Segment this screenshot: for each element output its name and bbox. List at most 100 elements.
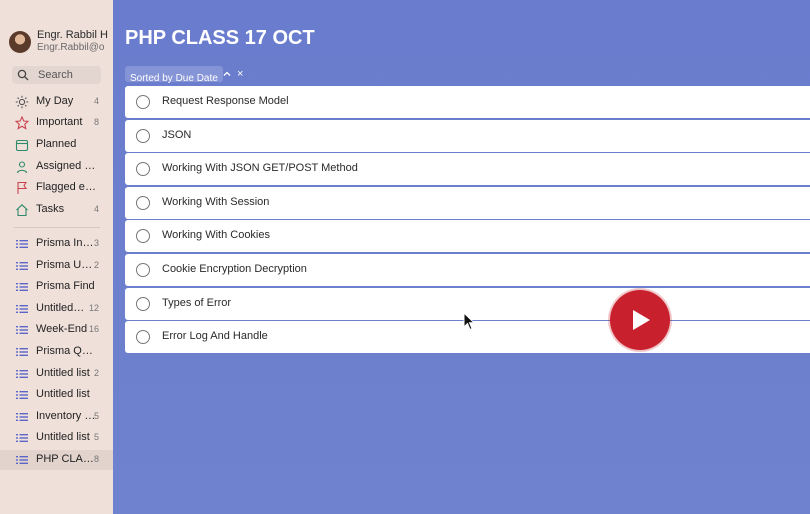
play-button[interactable] (610, 290, 670, 350)
list-icon (16, 370, 28, 378)
sidebar-item-count: 5 (93, 432, 99, 442)
sidebar-item-count: 4 (93, 204, 99, 214)
complete-checkbox[interactable] (136, 296, 150, 311)
sidebar-item-label: Untitled list (36, 367, 90, 379)
close-sort-button[interactable]: × (237, 66, 243, 82)
sidebar-list-item[interactable]: Prisma Find (0, 277, 113, 297)
sidebar-item-label: Prisma Update (36, 259, 96, 271)
sidebar-item-count: 2 (93, 368, 99, 378)
task-row[interactable]: Working With JSON GET/POST Method (125, 153, 810, 186)
complete-checkbox[interactable] (136, 262, 150, 277)
sidebar-list-item[interactable]: Untitled list 5 (0, 428, 113, 448)
task-row[interactable]: Request Response Model (125, 86, 810, 118)
chevron-up-icon[interactable] (222, 66, 232, 82)
task-title: Working With Session (162, 195, 270, 208)
complete-checkbox[interactable] (136, 229, 150, 244)
sidebar-item-label: Untitled list (36, 431, 90, 443)
sidebar-item-assigned[interactable]: Assigned to me (0, 157, 113, 177)
sidebar-item-planned[interactable]: Planned (0, 135, 113, 155)
complete-checkbox[interactable] (136, 330, 150, 345)
task-row[interactable]: JSON (125, 119, 810, 152)
profile-email: Engr.Rabbil@o (37, 42, 105, 53)
mouse-cursor-icon (463, 312, 475, 331)
sidebar-item-label: Important (36, 116, 83, 128)
sidebar-list-item[interactable]: Untitled list 12 (0, 299, 113, 319)
sidebar-item-label: PHP CLASS 17 OCT (36, 453, 96, 465)
sidebar-list-item[interactable]: Prisma Query (0, 342, 113, 362)
list-icon (16, 240, 28, 248)
sidebar-item-count: 3 (93, 238, 99, 248)
home-icon (16, 204, 28, 217)
sidebar-item-label: Prisma Introduction (36, 237, 96, 249)
task-title: Error Log And Handle (162, 330, 268, 343)
task-title: Working With Cookies (162, 229, 270, 242)
sidebar-list-item[interactable]: Week-End 16 (0, 320, 113, 340)
list-icon (16, 305, 28, 313)
sidebar-list-item[interactable]: Prisma Introduction 3 (0, 234, 113, 254)
list-icon (16, 456, 28, 464)
sidebar-item-flagged[interactable]: Flagged email (0, 178, 113, 198)
sidebar-item-label: Inventory list (36, 410, 96, 422)
sidebar-item-label: Untitled list (36, 302, 86, 314)
search-label: Search (38, 69, 73, 81)
complete-checkbox[interactable] (136, 195, 150, 210)
sidebar-list-item[interactable]: Inventory list 5 (0, 407, 113, 427)
star-icon (15, 116, 29, 130)
sidebar-item-label: Prisma Query (36, 345, 96, 357)
task-row[interactable]: Cookie Encryption Decryption (125, 253, 810, 286)
calendar-icon (15, 139, 29, 152)
play-icon (633, 310, 650, 330)
list-icon (16, 262, 28, 270)
sidebar-item-count: 5 (93, 411, 99, 421)
sidebar-item-my-day[interactable]: My Day 4 (0, 92, 113, 112)
avatar (9, 31, 31, 53)
sidebar-item-label: Prisma Find (36, 280, 95, 292)
complete-checkbox[interactable] (136, 128, 150, 143)
sidebar-item-count: 8 (93, 454, 99, 464)
sidebar-item-label: Week-End (36, 323, 88, 335)
search-box[interactable]: Search (12, 66, 101, 84)
complete-checkbox[interactable] (136, 162, 150, 177)
sidebar: Engr. Rabbil H Engr.Rabbil@o Search My D… (0, 0, 113, 514)
task-title: Cookie Encryption Decryption (162, 262, 307, 275)
sidebar-item-count: 16 (88, 324, 99, 334)
task-title: Request Response Model (162, 95, 289, 107)
task-row[interactable]: Working With Session (125, 186, 810, 219)
sort-indicator[interactable]: Sorted by Due Date (125, 66, 223, 84)
sun-icon (15, 95, 29, 109)
sidebar-item-important[interactable]: Important 8 (0, 113, 113, 133)
flag-icon (17, 181, 28, 194)
task-row[interactable]: Working With Cookies (125, 220, 810, 253)
sidebar-item-count: 12 (88, 303, 99, 313)
sidebar-item-label: Flagged email (36, 181, 96, 193)
sort-label: Sorted by Due Date (130, 73, 218, 84)
list-icon (16, 413, 28, 421)
sidebar-item-tasks[interactable]: Tasks 4 (0, 200, 113, 220)
sidebar-item-count: 2 (93, 260, 99, 270)
account-profile[interactable]: Engr. Rabbil H Engr.Rabbil@o (9, 29, 113, 55)
person-icon (16, 161, 28, 174)
page-title: PHP CLASS 17 OCT (125, 27, 315, 49)
sidebar-list-item[interactable]: Untitled list 2 (0, 364, 113, 384)
sidebar-item-label: Planned (36, 138, 77, 150)
sidebar-list-item[interactable]: Prisma Update 2 (0, 256, 113, 276)
sidebar-item-count: 8 (93, 117, 99, 127)
sidebar-item-label: Assigned to me (36, 160, 96, 172)
complete-checkbox[interactable] (136, 95, 150, 109)
list-icon (16, 348, 28, 356)
sidebar-item-label: Untitled list (36, 388, 90, 400)
task-title: Working With JSON GET/POST Method (162, 162, 358, 175)
list-icon (16, 391, 28, 399)
sidebar-item-label: Tasks (36, 203, 65, 215)
task-title: Types of Error (162, 296, 232, 309)
sidebar-list-item[interactable]: Untitled list (0, 385, 113, 405)
list-icon (16, 434, 28, 442)
sidebar-divider (14, 227, 100, 228)
task-title: JSON (162, 128, 192, 141)
sidebar-item-label: My Day (36, 95, 74, 107)
sidebar-item-count: 4 (93, 96, 99, 106)
sidebar-list-item-active[interactable]: PHP CLASS 17 OCT 8 (0, 450, 113, 470)
list-icon (16, 283, 28, 291)
main-panel: PHP CLASS 17 OCT Sorted by Due Date × Re… (113, 0, 810, 514)
list-icon (16, 326, 28, 334)
